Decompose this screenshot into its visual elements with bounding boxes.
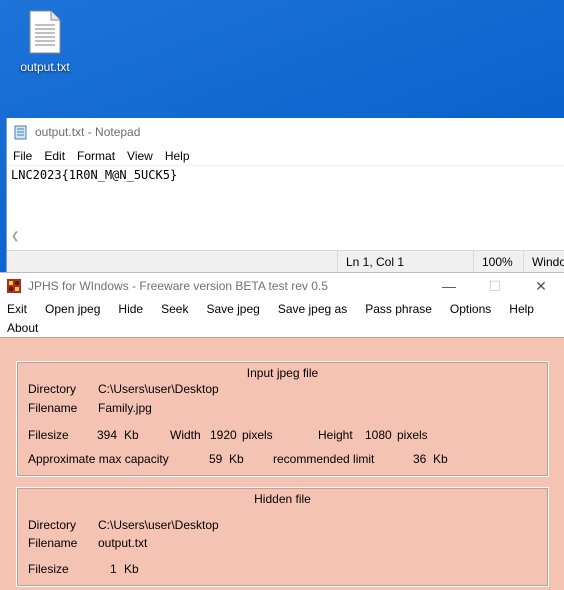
menu-options[interactable]: Options: [443, 300, 498, 318]
notepad-status-bar: Ln 1, Col 1 100% Windo: [7, 250, 564, 272]
menu-save-jpeg[interactable]: Save jpeg: [199, 300, 266, 318]
capacity-unit: Kb: [229, 452, 244, 466]
input-jpeg-group: Input jpeg file Directory C:\Users\user\D…: [16, 361, 549, 477]
recommended-unit: Kb: [433, 452, 448, 466]
scroll-left-arrow-icon[interactable]: ❮: [11, 231, 19, 242]
menu-save-jpeg-as[interactable]: Save jpeg as: [271, 300, 354, 318]
filesize-label: Filesize: [28, 562, 69, 576]
menu-help[interactable]: Help: [502, 300, 541, 318]
recommended-value: 36: [413, 452, 427, 466]
notepad-menu-bar: File Edit Format View Help: [7, 146, 564, 166]
menu-file[interactable]: File: [7, 149, 38, 163]
desktop-icon-label: output.txt: [20, 60, 70, 74]
width-value: 1920: [210, 428, 237, 442]
directory-value: C:\Users\user\Desktop: [98, 382, 219, 396]
capacity-value: 59: [209, 452, 223, 466]
horizontal-scrollbar[interactable]: ❮: [7, 228, 564, 244]
menu-pass-phrase[interactable]: Pass phrase: [358, 300, 439, 318]
status-spacer: [7, 251, 337, 272]
notepad-title: output.txt - Notepad: [35, 125, 141, 139]
height-unit: pixels: [397, 428, 428, 442]
group-title: Input jpeg file: [246, 366, 319, 380]
input-size-row: Filesize 394 Kb Width 1920 pixels Height 1080 pi…: [28, 428, 428, 442]
menu-view[interactable]: View: [121, 149, 159, 163]
menu-exit[interactable]: Exit: [0, 300, 34, 318]
menu-about[interactable]: About: [0, 319, 45, 337]
menu-help[interactable]: Help: [159, 149, 196, 163]
directory-label: Directory: [28, 382, 77, 396]
notepad-title-bar[interactable]: output.txt - Notepad: [7, 118, 564, 146]
filename-label: Filename: [28, 401, 78, 415]
menu-edit[interactable]: Edit: [38, 149, 71, 163]
group-title: Hidden file: [254, 492, 311, 506]
jphs-content-area: Input jpeg file Directory C:\Users\user\D…: [0, 337, 564, 590]
notepad-text-area[interactable]: LNC2023{1R0N_M@N_5UCK5}: [7, 166, 564, 228]
text-file-icon: [29, 10, 61, 54]
height-label: Height: [318, 428, 353, 442]
filename-label: Filename: [28, 536, 78, 550]
menu-open-jpeg[interactable]: Open jpeg: [38, 300, 107, 318]
filesize-value: 394: [97, 428, 118, 442]
jphs-app-icon: [7, 279, 21, 293]
capacity-label: Approximate max capacity: [28, 452, 169, 466]
filesize-unit: Kb: [124, 562, 139, 576]
width-unit: pixels: [242, 428, 273, 442]
jphs-title-bar[interactable]: JPHS for WIndows - Freeware version BETA…: [0, 273, 564, 299]
filesize-value: 1: [110, 562, 117, 576]
desktop-file-output-txt[interactable]: output.txt: [14, 10, 76, 82]
menu-hide[interactable]: Hide: [111, 300, 150, 318]
jphs-title: JPHS for WIndows - Freeware version BETA…: [28, 279, 328, 293]
menu-seek[interactable]: Seek: [154, 300, 195, 318]
close-icon[interactable]: ✕: [518, 273, 564, 299]
jphs-window: JPHS for WIndows - Freeware version BETA…: [0, 272, 564, 590]
hidden-directory-row: Directory C:\Users\user\Desktop: [28, 518, 219, 532]
filename-value: Family.jpg: [98, 401, 152, 415]
notepad-window: output.txt - Notepad File Edit Format Vi…: [6, 118, 564, 272]
input-directory-row: Directory C:\Users\user\Desktop: [28, 382, 219, 396]
height-value: 1080: [365, 428, 392, 442]
hidden-size-row: Filesize 1 Kb: [28, 562, 139, 576]
status-position: Ln 1, Col 1: [336, 251, 473, 272]
filename-value: output.txt: [98, 536, 148, 550]
directory-label: Directory: [28, 518, 77, 532]
hidden-filename-row: Filename output.txt: [28, 536, 147, 550]
width-label: Width: [170, 428, 201, 442]
directory-value: C:\Users\user\Desktop: [98, 518, 219, 532]
input-filename-row: Filename Family.jpg: [28, 401, 152, 415]
filesize-unit: Kb: [124, 428, 139, 442]
input-capacity-row: Approximate max capacity 59 Kb recommended …: [28, 452, 448, 466]
status-line-ending: Windo: [522, 251, 564, 272]
notepad-icon: [14, 125, 27, 140]
minimize-icon[interactable]: —: [426, 273, 472, 299]
recommended-label: recommended limit: [273, 452, 375, 466]
jphs-menu-bar: Exit Open jpeg Hide Seek Save jpeg Save …: [0, 299, 564, 337]
menu-format[interactable]: Format: [71, 149, 121, 163]
filesize-label: Filesize: [28, 428, 69, 442]
status-zoom: 100%: [472, 251, 523, 272]
hidden-file-group: Hidden file Directory C:\Users\user\Deskt…: [16, 487, 549, 587]
maximize-icon[interactable]: ☐: [472, 273, 518, 299]
